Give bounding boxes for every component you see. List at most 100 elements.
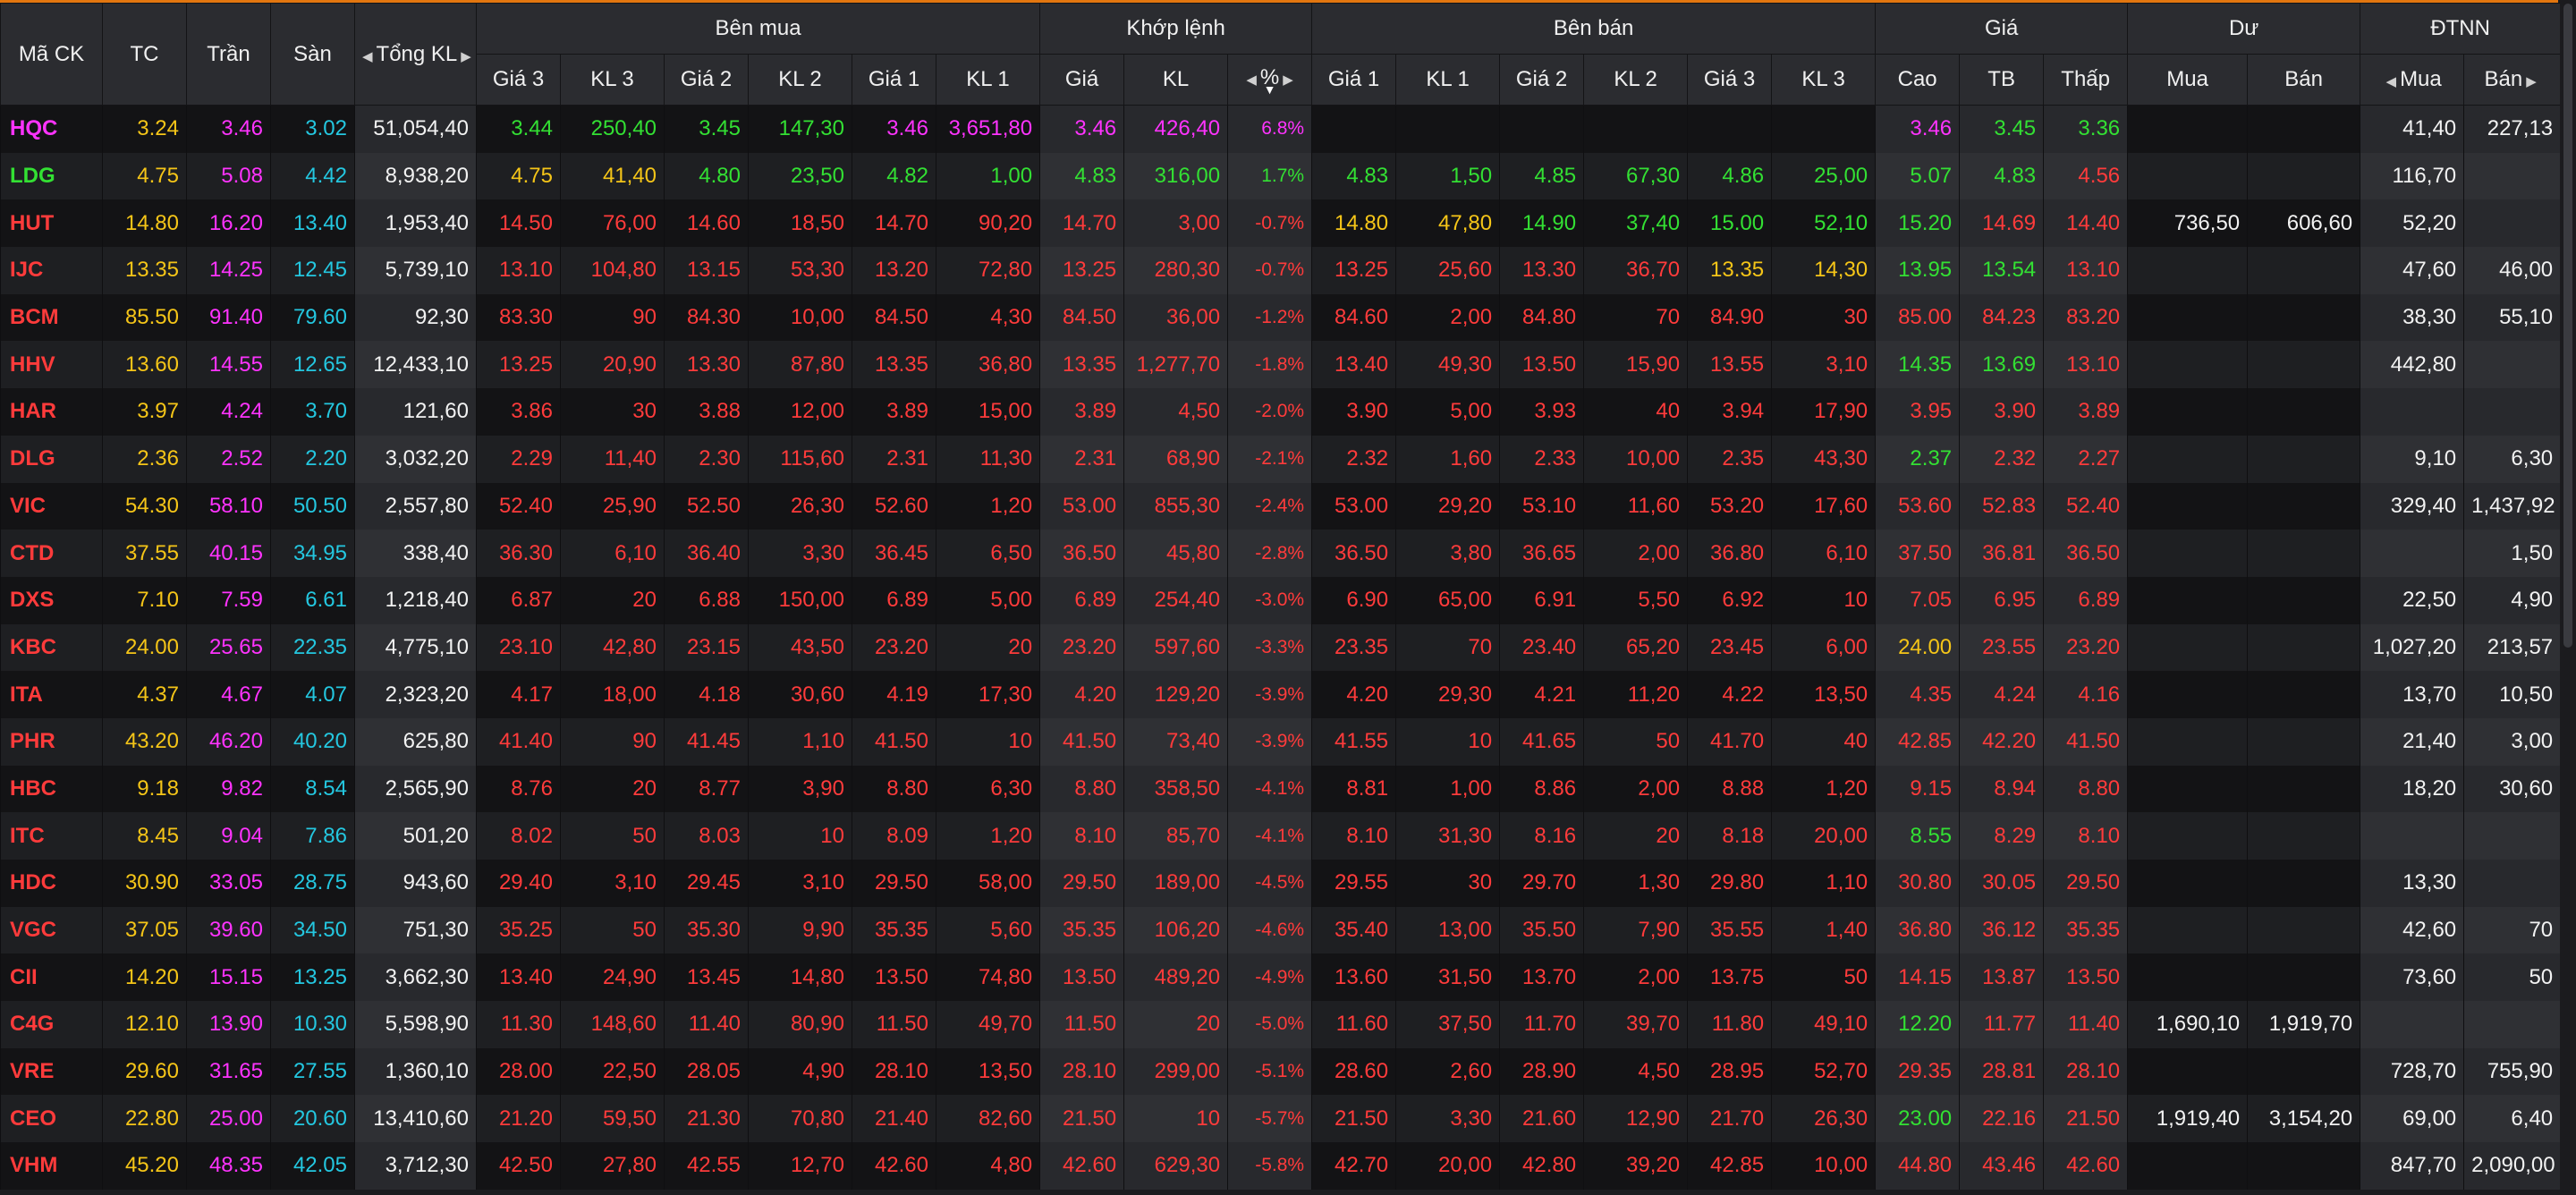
table-row[interactable]: CEO 22.80 25.00 20.60 13,410,60 21.20 59,50 21.… xyxy=(0,1095,2562,1143)
symbol-cell[interactable]: IJC xyxy=(0,247,103,294)
buy-vol1-cell: 4,80 xyxy=(935,1142,1041,1190)
col-ceil-header[interactable]: Trần xyxy=(186,3,271,106)
sell-vol1-header[interactable]: KL 1 xyxy=(1395,54,1501,106)
total-volume-cell: 4,775,10 xyxy=(354,623,477,672)
match-vol-header[interactable]: KL xyxy=(1123,54,1229,106)
sell-vol2-header[interactable]: KL 2 xyxy=(1583,54,1689,106)
scroll-right-icon[interactable]: ▶ xyxy=(457,49,475,64)
symbol-cell[interactable]: VGC xyxy=(0,906,103,954)
vertical-scrollbar[interactable] xyxy=(2560,0,2576,1195)
match-pct-header[interactable]: ◀% ▶ ▼ xyxy=(1227,54,1313,106)
price-board: Mã CK TC Trần Sàn ◀ Tổng KL ▶ Bên mua Khớp… xyxy=(0,0,2562,1195)
symbol-cell[interactable]: KBC xyxy=(0,623,103,672)
pct-right-icon[interactable]: ▶ xyxy=(1279,72,1297,88)
col-symbol-header[interactable]: Mã CK xyxy=(0,3,103,106)
surplus-buy-header[interactable]: Mua xyxy=(2127,54,2249,106)
table-row[interactable]: LDG 4.75 5.08 4.42 8,938,20 4.75 41,40 4.80 23,5… xyxy=(0,152,2562,200)
symbol-cell[interactable]: HQC xyxy=(0,105,103,153)
buy-price1-header[interactable]: Giá 1 xyxy=(852,54,936,106)
match-price-cell: 35.35 xyxy=(1039,906,1125,954)
table-row[interactable]: BCM 85.50 91.40 79.60 92,30 83.30 90 84.30 10,00… xyxy=(0,293,2562,342)
buy-price3-header[interactable]: Giá 3 xyxy=(476,54,561,106)
table-row[interactable]: VGC 37.05 39.60 34.50 751,30 35.25 50 35.30 9,90… xyxy=(0,906,2562,954)
symbol-cell[interactable]: HHV xyxy=(0,341,103,389)
foreign-buy-header[interactable]: ◀ Mua xyxy=(2360,54,2465,106)
buy-vol2-cell: 70,80 xyxy=(748,1095,852,1143)
scroll-left-icon[interactable]: ◀ xyxy=(359,49,377,64)
symbol-cell[interactable]: HUT xyxy=(0,199,103,248)
symbol-cell[interactable]: C4G xyxy=(0,1001,103,1048)
surplus-buy-cell xyxy=(2127,247,2249,294)
table-row[interactable]: IJC 13.35 14.25 12.45 5,739,10 13.10 104,80 13.… xyxy=(0,247,2562,294)
symbol-cell[interactable]: CTD xyxy=(0,530,103,577)
foreign-sell-cell: 50 xyxy=(2463,953,2562,1002)
sell-vol3-header[interactable]: KL 3 xyxy=(1771,54,1877,106)
table-row[interactable]: ITC 8.45 9.04 7.86 501,20 8.02 50 8.03 10 8.09 1,2… xyxy=(0,812,2562,860)
sell-vol3-cell: 25,00 xyxy=(1771,152,1877,200)
table-row[interactable]: DXS 7.10 7.59 6.61 1,218,40 6.87 20 6.88 150,00 6… xyxy=(0,576,2562,624)
table-row[interactable]: HAR 3.97 4.24 3.70 121,60 3.86 30 3.88 12,00 3.89… xyxy=(0,388,2562,436)
buy-vol1-header[interactable]: KL 1 xyxy=(935,54,1041,106)
sell-price3-header[interactable]: Giá 3 xyxy=(1687,54,1773,106)
table-row[interactable]: HBC 9.18 9.82 8.54 2,565,90 8.76 20 8.77 3,90 8.8… xyxy=(0,765,2562,813)
buy-vol2-header[interactable]: KL 2 xyxy=(748,54,852,106)
symbol-cell[interactable]: DXS xyxy=(0,576,103,624)
buy-price2-header[interactable]: Giá 2 xyxy=(664,54,749,106)
table-row[interactable]: C4G 12.10 13.90 10.30 5,598,90 11.30 148,60 11.… xyxy=(0,1001,2562,1048)
table-row[interactable]: PHR 43.20 46.20 40.20 625,80 41.40 90 41.45 1,10… xyxy=(0,717,2562,766)
price-high-header[interactable]: Cao xyxy=(1875,54,1961,106)
symbol-cell[interactable]: CEO xyxy=(0,1095,103,1143)
sell-price1-header[interactable]: Giá 1 xyxy=(1311,54,1397,106)
foreign-buy-cell: 13,30 xyxy=(2360,860,2465,907)
symbol-cell[interactable]: HBC xyxy=(0,765,103,813)
table-row[interactable]: CTD 37.55 40.15 34.95 338,40 36.30 6,10 36.40 3,… xyxy=(0,530,2562,577)
sell-price2-header[interactable]: Giá 2 xyxy=(1499,54,1585,106)
symbol-cell[interactable]: VIC xyxy=(0,482,103,530)
scrollbar-thumb[interactable] xyxy=(2563,4,2572,648)
table-row[interactable]: HUT 14.80 16.20 13.40 1,953,40 14.50 76,00 14.6… xyxy=(0,199,2562,248)
table-row[interactable]: HQC 3.24 3.46 3.02 51,054,40 3.44 250,40 3.45 14… xyxy=(0,105,2562,153)
price-avg-header[interactable]: TB xyxy=(1959,54,2045,106)
sell-vol1-cell: 30 xyxy=(1395,860,1501,907)
col-floor-header[interactable]: Sàn xyxy=(270,3,355,106)
buy-vol2-cell: 147,30 xyxy=(748,105,852,153)
symbol-cell[interactable]: LDG xyxy=(0,152,103,200)
col-ref-header[interactable]: TC xyxy=(102,3,187,106)
buy-vol3-header[interactable]: KL 3 xyxy=(560,54,665,106)
symbol-cell[interactable]: ITC xyxy=(0,812,103,860)
symbol-cell[interactable]: BCM xyxy=(0,293,103,342)
table-row[interactable]: CII 14.20 15.15 13.25 3,662,30 13.40 24,90 13.4… xyxy=(0,953,2562,1002)
symbol-cell[interactable]: PHR xyxy=(0,717,103,766)
table-row[interactable]: VIC 54.30 58.10 50.50 2,557,80 52.40 25,90 52.5… xyxy=(0,482,2562,530)
pct-left-icon[interactable]: ◀ xyxy=(1242,72,1260,88)
table-row[interactable]: VRE 29.60 31.65 27.55 1,360,10 28.00 22,50 28.0… xyxy=(0,1047,2562,1096)
symbol-cell[interactable]: ITA xyxy=(0,671,103,718)
table-row[interactable]: KBC 24.00 25.65 22.35 4,775,10 23.10 42,80 23.1… xyxy=(0,623,2562,672)
sell-price1-cell: 13.40 xyxy=(1311,341,1397,389)
floor-price-cell: 13.40 xyxy=(270,199,355,248)
symbol-cell[interactable]: VRE xyxy=(0,1047,103,1096)
sell-price3-cell: 3.94 xyxy=(1687,388,1773,436)
sell-vol1-cell: 25,60 xyxy=(1395,247,1501,294)
table-row[interactable]: ITA 4.37 4.67 4.07 2,323,20 4.17 18,00 4.18 30,6… xyxy=(0,671,2562,718)
buy-vol2-cell: 1,10 xyxy=(748,717,852,766)
table-row[interactable]: VHM 45.20 48.35 42.05 3,712,30 42.50 27,80 42.5… xyxy=(0,1142,2562,1190)
buy-vol3-cell: 250,40 xyxy=(560,105,665,153)
symbol-cell[interactable]: HDC xyxy=(0,860,103,907)
foreign-sell-header[interactable]: Bán ▶ xyxy=(2463,54,2562,106)
symbol-cell[interactable]: HAR xyxy=(0,388,103,436)
table-row[interactable]: HDC 30.90 33.05 28.75 943,60 29.40 3,10 29.45 3,… xyxy=(0,860,2562,907)
match-price-header[interactable]: Giá xyxy=(1039,54,1125,106)
sell-vol1-cell xyxy=(1395,105,1501,153)
table-row[interactable]: HHV 13.60 14.55 12.65 12,433,10 13.25 20,90 13.… xyxy=(0,341,2562,389)
symbol-cell[interactable]: DLG xyxy=(0,435,103,483)
foreign-left-icon[interactable]: ◀ xyxy=(2383,74,2401,89)
symbol-cell[interactable]: VHM xyxy=(0,1142,103,1190)
table-row[interactable]: DLG 2.36 2.52 2.20 3,032,20 2.29 11,40 2.30 115,… xyxy=(0,435,2562,483)
symbol-cell[interactable]: CII xyxy=(0,953,103,1002)
foreign-right-icon[interactable]: ▶ xyxy=(2522,74,2540,89)
col-total-volume-header[interactable]: ◀ Tổng KL ▶ xyxy=(354,3,477,106)
price-low-header[interactable]: Thấp xyxy=(2043,54,2129,106)
surplus-sell-header[interactable]: Bán xyxy=(2247,54,2361,106)
sell-price3-cell: 29.80 xyxy=(1687,860,1773,907)
